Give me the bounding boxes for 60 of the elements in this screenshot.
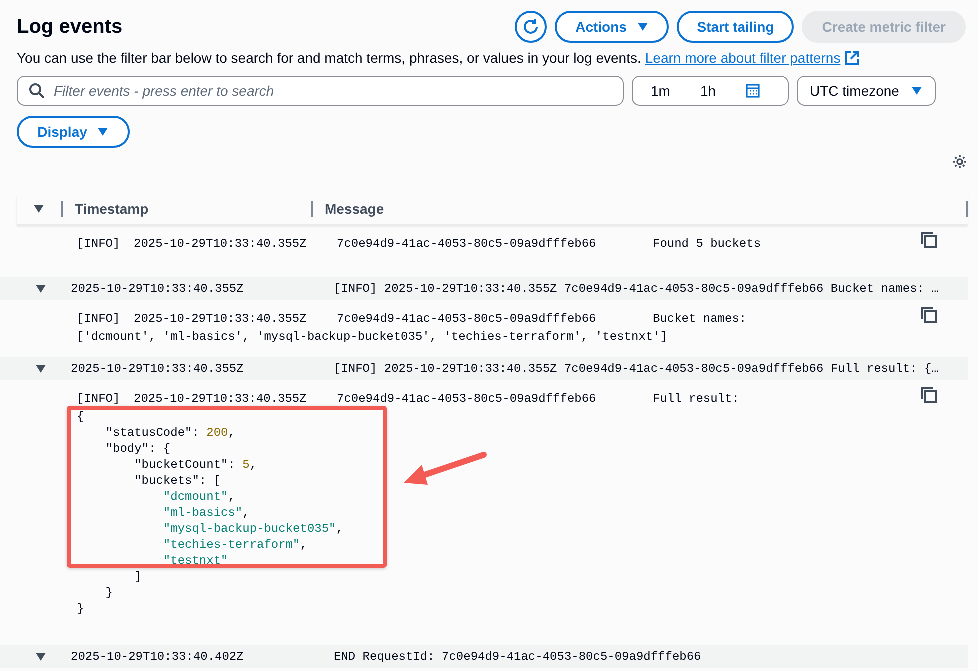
start-tailing-button[interactable]: Start tailing [677, 11, 794, 43]
log-message: Bucket names: [653, 312, 747, 326]
request-id: 7c0e94d9-41ac-4053-80c5-09a9dfffeb66 [337, 392, 598, 406]
external-link-icon [844, 51, 859, 65]
copy-icon[interactable] [920, 231, 938, 249]
code-line: "techies-terraform", [162, 537, 308, 553]
collapse-all-caret-icon[interactable] [33, 204, 45, 214]
code-line: } [104, 585, 114, 601]
code-line: ['dcmount', 'ml-basics', 'mysql-backup-bucket035', 'techies-terraform', 'testnxt'] [77, 329, 668, 345]
code-line: ] [134, 569, 143, 585]
code-line: "body": { [104, 441, 172, 457]
timezone-select[interactable]: UTC timezone [797, 76, 936, 106]
filter-patterns-link[interactable]: Learn more about filter patterns [645, 50, 841, 66]
refresh-button[interactable] [515, 11, 548, 43]
request-id: 7c0e94d9-41ac-4053-80c5-09a9dfffeb66 [337, 312, 598, 326]
log-message: [INFO] 2025-10-29T10:33:40.355Z 7c0e94d9-41ac-4053-80c5-09a9dfffeb66 Bucket names: … [334, 282, 939, 296]
time-range-option[interactable]: 1m [651, 83, 670, 99]
log-timestamp: 2025-10-29T10:33:40.355Z [134, 392, 308, 406]
code-line: "testnxt" [162, 553, 230, 569]
search-icon [29, 83, 45, 99]
log-timestamp: 2025-10-29T10:33:40.355Z [134, 312, 308, 326]
copy-icon[interactable] [920, 306, 938, 324]
log-timestamp: 2025-10-29T10:33:40.402Z [71, 650, 245, 664]
actions-button[interactable]: Actions [555, 11, 670, 43]
expand-caret-icon[interactable] [35, 284, 47, 294]
refresh-icon [522, 18, 540, 36]
code-line: "mysql-backup-bucket035", [162, 521, 344, 537]
caret-icon [911, 86, 923, 96]
log-message: Full result: [653, 392, 740, 406]
log-message: [INFO] 2025-10-29T10:33:40.355Z 7c0e94d9-41ac-4053-80c5-09a9dfffeb66 Full result: {… [334, 362, 939, 376]
time-range-option[interactable]: 1h [700, 83, 716, 99]
page-title: Log events [17, 16, 124, 38]
settings-icon[interactable] [952, 154, 968, 170]
caret-icon [97, 127, 110, 137]
display-button[interactable]: Display [17, 116, 130, 148]
column-header: Message [311, 201, 968, 217]
log-timestamp: 2025-10-29T10:33:40.355Z [71, 362, 245, 376]
code-line: "ml-basics", [162, 505, 251, 521]
code-line: { [77, 409, 86, 425]
log-timestamp: 2025-10-29T10:33:40.355Z [134, 237, 308, 251]
log-level: [INFO] [77, 237, 122, 251]
log-level: [INFO] [77, 312, 122, 326]
code-line: "statusCode": 200, [104, 425, 236, 441]
expand-caret-icon[interactable] [35, 364, 47, 374]
log-message: END RequestId: 7c0e94d9-41ac-4053-80c5-09a9dfffeb66 [334, 650, 702, 664]
code-line: } [77, 601, 86, 617]
request-id: 7c0e94d9-41ac-4053-80c5-09a9dfffeb66 [337, 237, 598, 251]
log-message: Found 5 buckets [653, 237, 762, 251]
search-field[interactable]: Filter events - press enter to search [17, 76, 624, 106]
calendar-icon[interactable] [746, 84, 760, 98]
code-line: "bucketCount": 5, [134, 457, 258, 473]
log-timestamp: 2025-10-29T10:33:40.355Z [71, 282, 245, 296]
caret-icon [636, 22, 649, 32]
log-level: [INFO] [77, 392, 122, 406]
code-line: "buckets": [ [134, 473, 222, 489]
description-text: You can use the filter bar below to search for and match terms, phrases, or values in your log events. [17, 50, 642, 66]
copy-icon[interactable] [920, 386, 938, 404]
code-line: "dcmount", [162, 489, 236, 505]
column-header: Timestamp [61, 201, 311, 217]
expand-caret-icon[interactable] [35, 652, 47, 662]
